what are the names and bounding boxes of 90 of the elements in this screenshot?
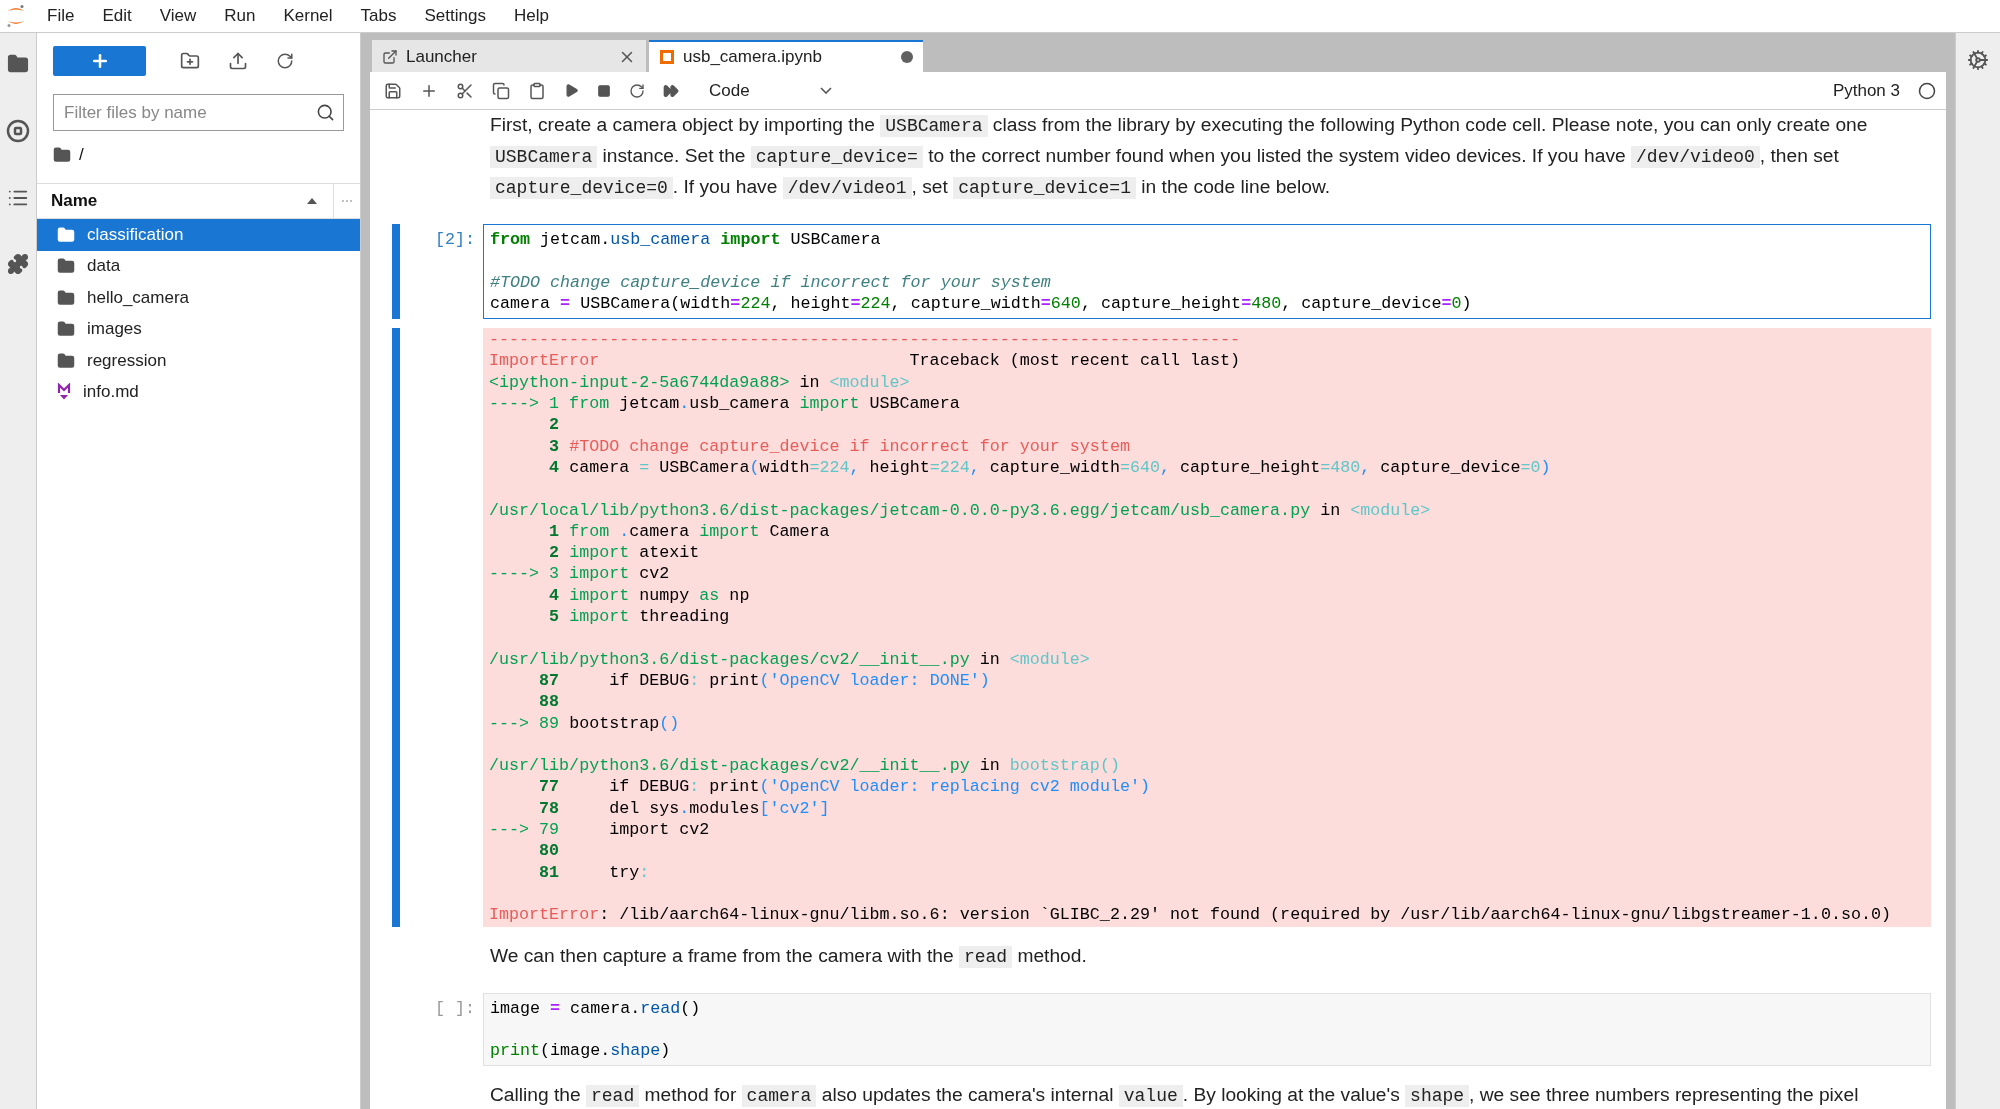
- cell-type-dropdown[interactable]: Code: [709, 80, 832, 101]
- launch-icon: [382, 49, 398, 65]
- code-line: 88: [538, 691, 561, 713]
- new-folder-icon[interactable]: [180, 50, 200, 71]
- folder-icon: [57, 225, 75, 244]
- column-header[interactable]: Name: [37, 184, 334, 218]
- folder-icon[interactable]: [53, 146, 71, 164]
- run-icon[interactable]: [564, 83, 579, 98]
- folder-icon: [57, 351, 75, 370]
- listing-row[interactable]: images: [37, 313, 360, 345]
- code-line: ---> 79 import cv2: [489, 819, 711, 841]
- unsaved-dot-icon: [901, 51, 913, 63]
- save-icon[interactable]: [384, 81, 402, 100]
- chevron-down-icon: [819, 87, 832, 94]
- code-line: 78 del sys.modules['cv2']: [538, 797, 831, 819]
- scrollbar[interactable]: [1946, 72, 1955, 1109]
- folder-icon: [57, 257, 75, 276]
- menu-item[interactable]: Settings: [411, 6, 501, 26]
- listing-row[interactable]: classification: [37, 219, 360, 251]
- cell-collapser[interactable]: [392, 224, 400, 320]
- code-line: 3 #TODO change capture_device if incorrect for your system: [548, 435, 1131, 457]
- paste-icon[interactable]: [528, 81, 546, 100]
- code-line: 81 try:: [538, 861, 651, 883]
- menu-item[interactable]: Tabs: [347, 6, 412, 26]
- copy-icon[interactable]: [492, 81, 510, 100]
- code-line: 1 from .camera import Camera: [548, 520, 831, 543]
- cut-icon[interactable]: [456, 81, 474, 100]
- code-input[interactable]: image = camera.read() print(image.shape): [483, 992, 1931, 1067]
- code-line: ---> 89 bootstrap(): [489, 712, 681, 734]
- puzzle-icon[interactable]: [7, 253, 29, 275]
- search-icon: [316, 103, 335, 122]
- markdown-file-icon: [57, 383, 71, 402]
- code-line: 5 import threading: [548, 606, 731, 628]
- code-line: 87 if DEBUG: print('OpenCV loader: DONE'): [538, 669, 991, 692]
- listing-row[interactable]: info.md: [37, 376, 360, 408]
- listing-row[interactable]: hello_camera: [37, 282, 360, 314]
- restart-icon[interactable]: [629, 82, 645, 99]
- jupyter-logo-icon: [6, 4, 26, 28]
- code-line: #TODO change capture_device if incorrect for your system: [490, 271, 1052, 293]
- code-line: ImportError Traceback (most recent call last): [489, 350, 1242, 372]
- upload-icon[interactable]: [228, 50, 248, 71]
- menu-item[interactable]: File: [34, 6, 90, 26]
- code-line: /usr/lib/python3.6/dist-packages/cv2/__init__.py in <module>: [489, 648, 1091, 670]
- listing-row[interactable]: regression: [37, 345, 360, 377]
- code-line: /usr/lib/python3.6/dist-packages/cv2/__init__.py in bootstrap(): [489, 755, 1121, 777]
- sort-caret-icon: [307, 198, 317, 204]
- menu-item[interactable]: Kernel: [270, 6, 348, 26]
- code-line: image = camera.read(): [490, 997, 702, 1019]
- notebook-icon: [659, 49, 675, 65]
- folder-icon: [57, 288, 75, 307]
- folder-icon: [57, 320, 75, 339]
- new-launcher-button[interactable]: [53, 45, 146, 76]
- code-line: 77 if DEBUG: print('OpenCV loader: replacing cv2 module'): [538, 776, 1151, 798]
- code-line: /usr/local/lib/python3.6/dist-packages/jetcam-0.0.0-py3.6.egg/jetcam/usb_camera.py in <module>: [489, 499, 1432, 521]
- breadcrumb[interactable]: /: [79, 145, 84, 165]
- menu-item[interactable]: View: [146, 6, 212, 26]
- code-line: print(image.shape): [490, 1040, 672, 1062]
- code-line: camera = USBCamera(width=224, height=224, capture_width=640, capture_height=480, capture_device=0): [490, 292, 1473, 315]
- folder-icon[interactable]: [7, 53, 29, 75]
- search-field[interactable]: Filter files by name: [53, 94, 344, 131]
- refresh-icon[interactable]: [276, 51, 294, 70]
- cell-prompt: [2]:: [433, 229, 476, 251]
- menu-item[interactable]: Run: [211, 6, 271, 26]
- code-line: <ipython-input-2-5a6744da9a88> in <module>: [489, 371, 911, 394]
- code-line: 4 camera = USBCamera(width=224, height=224, capture_width=640, capture_height=480, capture_device=0): [548, 456, 1552, 479]
- code-line: 2: [548, 414, 561, 436]
- code-line: 80: [538, 840, 561, 862]
- cell-prompt: [ ]:: [433, 997, 476, 1020]
- code-line: from jetcam.usb_camera import USBCamera: [490, 229, 882, 251]
- tab[interactable]: Launcher: [372, 40, 646, 72]
- stop-icon[interactable]: [597, 83, 611, 98]
- code-input[interactable]: from jetcam.usb_camera import USBCamera #TODO change capture_device if incorrect for your system camera = USBCamera(width=224, height=224, capture_width=640, capture_height=480, capture_device=0): [483, 224, 1931, 320]
- code-line: ImportError: /lib/aarch64-linux-gnu/libm.so.6: version `GLIBC_2.29' not found (required by /usr/lib/aarch64-linux-gnu/libgstreamer-1.0.so.0): [489, 904, 1892, 926]
- settings-icon[interactable]: [1967, 49, 1989, 71]
- code-line: ----> 3 import cv2: [489, 563, 671, 585]
- kernel-status-icon: [1918, 81, 1936, 100]
- code-line: ---------------------------------------------------------------------------: [489, 329, 1242, 351]
- menu-item[interactable]: Help: [500, 6, 564, 26]
- paragraph: We can then capture a frame from the camera with the read method.: [490, 943, 1088, 970]
- code-line: 2 import atexit: [548, 542, 701, 564]
- fast-forward-icon[interactable]: [663, 82, 679, 99]
- paragraph: First, create a camera object by importing the USBCamera class from the library by executing the following Python code cell. Please note, you can only create one USBCamera instance. Set the capture_device= to the correct number found when you listed the system video devices. If you have /dev/video0 , then set capture_device=0 . If you have /dev/video1 , set capture_device=1 in the code line below.: [490, 113, 1869, 201]
- menu-item[interactable]: Edit: [89, 6, 147, 26]
- kernel-name[interactable]: Python 3: [1832, 80, 1900, 101]
- code-line: ----> 1 from jetcam.usb_camera import USBCamera: [489, 393, 961, 415]
- paragraph: Calling the read method for camera also updates the camera's internal value . By looking at the value's shape , we see three numbers representing the pixel: [490, 1083, 1860, 1109]
- code-line: 4 import numpy as np: [548, 584, 751, 607]
- listing-row[interactable]: data: [37, 250, 360, 282]
- stop-circle-icon[interactable]: [6, 119, 30, 143]
- tab[interactable]: usb_camera.ipynb: [649, 40, 923, 72]
